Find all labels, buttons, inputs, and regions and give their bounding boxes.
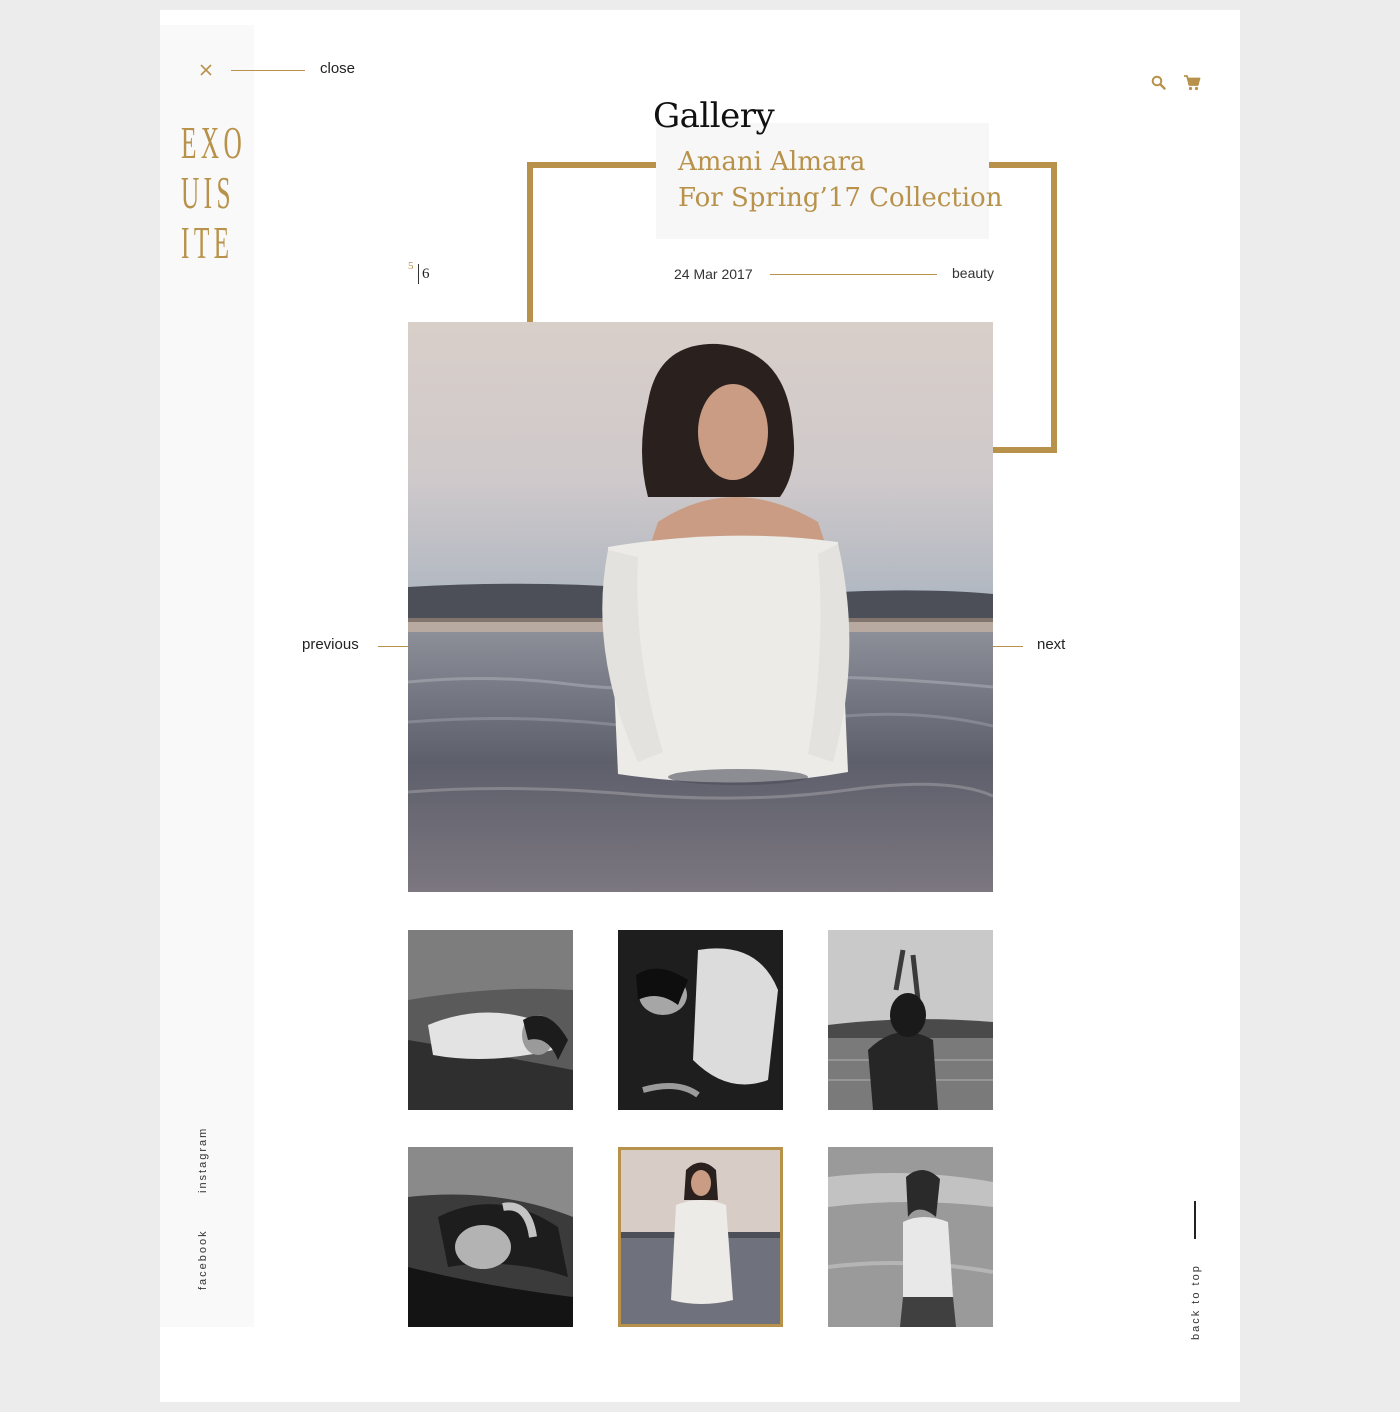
- search-icon[interactable]: [1150, 74, 1168, 92]
- thumbnail-3[interactable]: [828, 930, 993, 1110]
- article-title-line-1: Amani Almara: [678, 147, 866, 177]
- thumbnail-4[interactable]: [408, 1147, 573, 1327]
- previous-divider: [378, 646, 408, 647]
- back-to-top-button[interactable]: back to top: [1190, 1264, 1202, 1340]
- logo-row-1: EXO: [181, 117, 247, 168]
- back-to-top-line: [1194, 1201, 1196, 1239]
- meta-divider: [770, 274, 937, 275]
- thumbnail-5[interactable]: [618, 1147, 783, 1327]
- close-icon[interactable]: [198, 62, 214, 78]
- cart-icon[interactable]: [1183, 74, 1201, 92]
- counter-divider: [418, 264, 419, 284]
- previous-button[interactable]: previous: [302, 636, 359, 653]
- close-divider: [231, 70, 305, 71]
- close-button[interactable]: close: [320, 60, 355, 77]
- article-title-line-2: For Spring’17 Collection: [678, 183, 1003, 213]
- instagram-link[interactable]: instagram: [197, 1127, 209, 1193]
- counter-current: 5: [408, 260, 414, 272]
- brand-logo[interactable]: EXO UIS ITE: [181, 117, 247, 268]
- logo-row-2: UIS: [181, 167, 235, 218]
- thumbnail-2[interactable]: [618, 930, 783, 1110]
- thumbnail-6[interactable]: [828, 1147, 993, 1327]
- counter-total: 6: [422, 266, 430, 282]
- thumbnail-1[interactable]: [408, 930, 573, 1110]
- next-divider: [993, 646, 1023, 647]
- article-title-box: [656, 123, 989, 239]
- page-title: Gallery: [653, 96, 775, 136]
- next-button[interactable]: next: [1037, 636, 1065, 653]
- article-tag[interactable]: beauty: [952, 265, 994, 281]
- article-date: 24 Mar 2017: [674, 266, 753, 282]
- main-photo: [408, 322, 993, 892]
- logo-row-3: ITE: [181, 217, 234, 268]
- facebook-link[interactable]: facebook: [197, 1229, 209, 1290]
